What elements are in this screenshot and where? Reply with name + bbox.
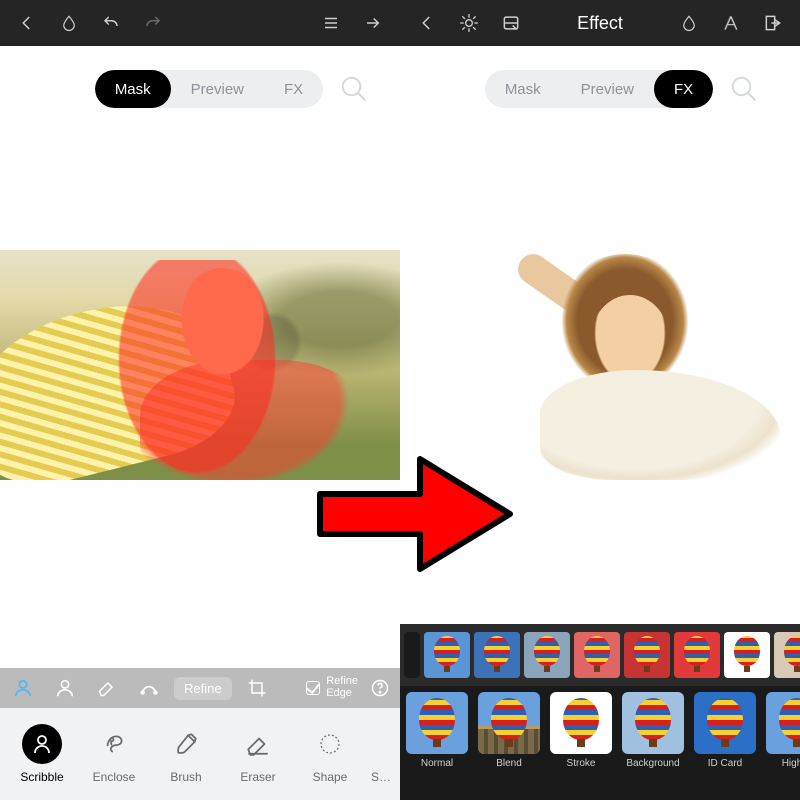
- mode-segment: Mask Preview FX: [95, 70, 323, 108]
- fx-preset-label: Normal: [421, 758, 453, 769]
- tool-shape[interactable]: Shape: [294, 724, 366, 784]
- eraser-icon: [238, 724, 278, 764]
- tool-label: Eraser: [240, 770, 275, 784]
- refine-button[interactable]: Refine: [174, 677, 232, 700]
- eraser-mini-icon[interactable]: [90, 671, 124, 705]
- fx-variant-thumb[interactable]: [724, 632, 770, 678]
- crop-icon[interactable]: [240, 671, 274, 705]
- opacity-icon[interactable]: [668, 0, 710, 46]
- auto-person-icon[interactable]: [6, 671, 40, 705]
- tool-eraser[interactable]: Eraser: [222, 724, 294, 784]
- effects-presets-row: Normal Blend Stroke Background ID Card Highli…: [400, 686, 800, 800]
- export-icon[interactable]: [752, 0, 794, 46]
- effects-variants-row: [400, 624, 800, 686]
- seg-preview[interactable]: Preview: [561, 70, 654, 108]
- fx-preset-label: Blend: [496, 758, 522, 769]
- checkbox-icon: [306, 681, 320, 695]
- tool-brush[interactable]: Brush: [150, 724, 222, 784]
- back-icon[interactable]: [406, 0, 448, 46]
- fx-variant-thumb[interactable]: [774, 632, 800, 678]
- fx-preset-idcard[interactable]: ID Card: [692, 692, 758, 769]
- fx-preset-background[interactable]: Background: [620, 692, 686, 769]
- tool-label: S…: [371, 770, 391, 784]
- fx-variant-thumb[interactable]: [574, 632, 620, 678]
- tool-label: Shape: [313, 770, 348, 784]
- red-arrow-icon: [310, 444, 520, 584]
- right-segment-row: Mask Preview FX: [400, 46, 800, 118]
- fx-preset-label: Highlig: [782, 758, 800, 769]
- left-panel: Mask Preview FX Refine Re: [0, 0, 400, 800]
- menu-icon[interactable]: [310, 0, 352, 46]
- more-icon: [369, 724, 393, 764]
- brush-icon: [166, 724, 206, 764]
- seg-fx[interactable]: FX: [654, 70, 713, 108]
- lasso-icon[interactable]: [48, 671, 82, 705]
- tool-label: Brush: [170, 770, 201, 784]
- seg-mask[interactable]: Mask: [485, 70, 561, 108]
- left-topbar: [0, 0, 400, 46]
- mask-overlay-head: [175, 268, 270, 383]
- tool-more[interactable]: S…: [366, 724, 396, 784]
- scribble-icon: [22, 724, 62, 764]
- path-icon[interactable]: [132, 671, 166, 705]
- search-icon[interactable]: [337, 72, 371, 106]
- fx-preset-highlight[interactable]: Highlig: [764, 692, 800, 769]
- refine-edge-label: Refine Edge: [326, 676, 358, 699]
- page-title: Effect: [571, 13, 629, 34]
- tool-label: Scribble: [20, 770, 63, 784]
- fx-preset-stroke[interactable]: Stroke: [548, 692, 614, 769]
- forward-icon[interactable]: [352, 0, 394, 46]
- fx-preset-normal[interactable]: Normal: [404, 692, 470, 769]
- fx-variant-thumb[interactable]: [474, 632, 520, 678]
- help-icon[interactable]: [366, 671, 394, 705]
- seg-mask[interactable]: Mask: [95, 70, 171, 108]
- mini-toolbar: Refine Refine Edge: [0, 668, 400, 708]
- seg-fx[interactable]: FX: [264, 70, 323, 108]
- tool-scribble[interactable]: Scribble: [6, 724, 78, 784]
- search-icon[interactable]: [727, 72, 761, 106]
- fx-variant-thumb[interactable]: [674, 632, 720, 678]
- tool-label: Enclose: [93, 770, 136, 784]
- tool-dock: Scribble Enclose Brush Eraser Shape: [0, 708, 400, 800]
- seg-preview[interactable]: Preview: [171, 70, 264, 108]
- text-icon[interactable]: [710, 0, 752, 46]
- compare-icon[interactable]: [490, 0, 532, 46]
- adjust-sliders-icon[interactable]: [404, 632, 420, 678]
- effects-panel: Normal Blend Stroke Background ID Card Highli…: [400, 624, 800, 800]
- fx-preset-blend[interactable]: Blend: [476, 692, 542, 769]
- fx-preset-label: Background: [626, 758, 679, 769]
- fx-preset-label: ID Card: [708, 758, 742, 769]
- fx-preset-label: Stroke: [567, 758, 596, 769]
- opacity-icon[interactable]: [48, 0, 90, 46]
- fx-variant-thumb[interactable]: [424, 632, 470, 678]
- brightness-icon[interactable]: [448, 0, 490, 46]
- fx-variant-thumb[interactable]: [624, 632, 670, 678]
- shape-icon: [310, 724, 350, 764]
- undo-icon[interactable]: [90, 0, 132, 46]
- enclose-icon: [94, 724, 134, 764]
- refine-edge-toggle[interactable]: Refine Edge: [306, 676, 358, 699]
- tool-enclose[interactable]: Enclose: [78, 724, 150, 784]
- right-panel: Effect Mask Preview FX: [400, 0, 800, 800]
- redo-icon[interactable]: [132, 0, 174, 46]
- back-icon[interactable]: [6, 0, 48, 46]
- mode-segment: Mask Preview FX: [485, 70, 713, 108]
- left-segment-row: Mask Preview FX: [0, 46, 400, 118]
- right-topbar: Effect: [400, 0, 800, 46]
- cutout-subject: [480, 260, 780, 470]
- fx-variant-thumb[interactable]: [524, 632, 570, 678]
